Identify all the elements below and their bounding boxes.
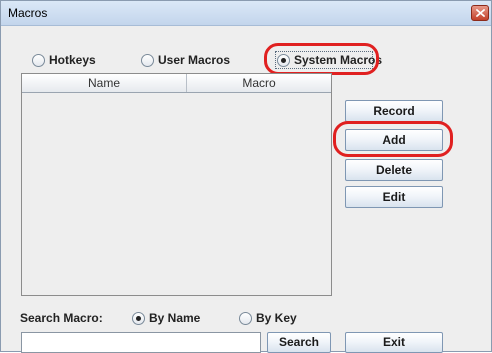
search-macro-label: Search Macro: — [20, 311, 103, 325]
edit-button[interactable]: Edit — [345, 186, 443, 208]
window-title: Macros — [8, 6, 48, 20]
search-button[interactable]: Search — [267, 332, 331, 353]
radio-circle[interactable] — [141, 54, 154, 67]
radio-circle[interactable] — [239, 312, 252, 325]
close-button[interactable] — [471, 5, 489, 21]
search-input[interactable] — [21, 332, 261, 353]
macros-window: Macros Hotkeys User Macros System Macros… — [0, 0, 492, 353]
exit-button[interactable]: Exit — [345, 332, 443, 353]
close-icon — [476, 9, 485, 17]
annotation-highlight-add — [333, 121, 453, 157]
table-header: Name Macro — [22, 74, 331, 93]
title-bar[interactable]: Macros — [1, 1, 491, 26]
column-header-macro[interactable]: Macro — [187, 74, 331, 92]
radio-circle-checked[interactable] — [132, 312, 145, 325]
radio-circle[interactable] — [32, 54, 45, 67]
delete-button[interactable]: Delete — [345, 159, 443, 181]
radio-hotkeys-label: Hotkeys — [49, 53, 96, 67]
column-header-name[interactable]: Name — [22, 74, 187, 92]
radio-by-key-label: By Key — [256, 311, 297, 325]
radio-by-name-label: By Name — [149, 311, 201, 325]
record-button[interactable]: Record — [345, 100, 443, 122]
annotation-highlight-system-macros — [264, 43, 379, 75]
macro-table[interactable]: Name Macro — [21, 73, 332, 296]
radio-user-macros-label: User Macros — [158, 53, 231, 67]
